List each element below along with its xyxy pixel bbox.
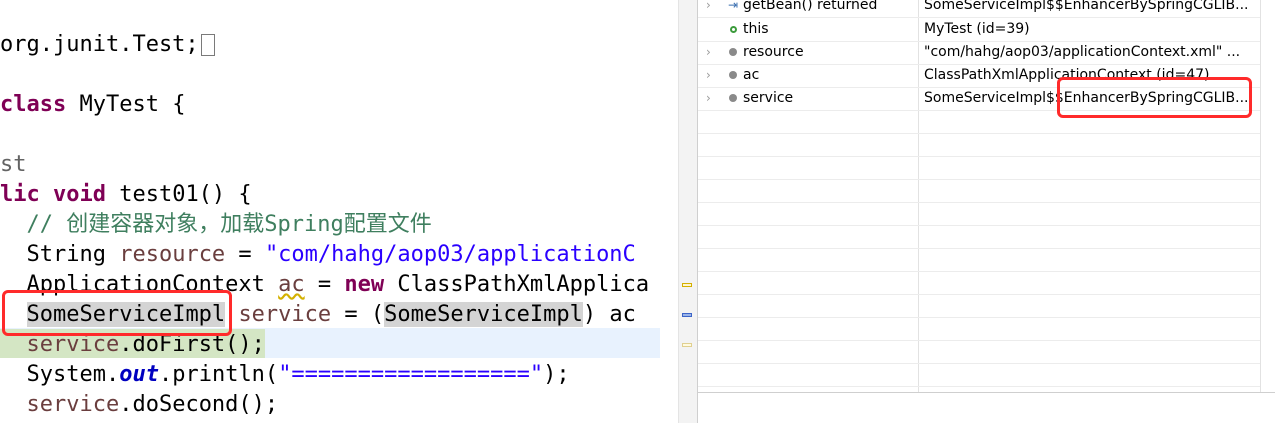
variable-row-empty [698,248,1260,272]
variable-row-empty [698,271,1260,295]
code-line-resource[interactable]: String resource = "com/hahg/aop03/applic… [0,240,636,270]
editor-gap [660,0,678,423]
expand-icon[interactable]: › [706,41,716,64]
keyword-class: class [0,92,67,117]
cast-open: = ( [331,302,385,327]
close-paren: ); [543,362,570,387]
occurrence-marker[interactable] [682,313,692,317]
folded-imports-marker[interactable] [200,34,215,56]
assign-op: = [304,272,345,297]
field-icon [726,64,740,87]
code-line-import[interactable]: org.junit.Test; [0,30,215,60]
variable-row-resource[interactable]: › resource "com/hahg/aop03/applicationCo… [698,41,1260,65]
variable-row-empty [698,225,1260,249]
assign-op: = [225,242,265,267]
constructor-call: ClassPathXmlApplica [384,272,650,297]
variables-view[interactable]: › ⇥ getBean() returned SomeServiceImpl$$… [697,0,1275,423]
code-line-comment[interactable]: // 创建容器对象，加载Spring配置文件 [0,210,432,240]
var-resource: resource [119,242,226,267]
field-icon [726,87,740,110]
string-literal-separator: "==================" [278,362,544,387]
import-text: org.junit.Test; [0,32,199,57]
variable-row-this[interactable]: this MyTest (id=39) [698,18,1260,42]
method-return-icon: ⇥ [727,0,739,12]
expand-icon[interactable]: › [706,64,716,87]
static-field-out: out [119,362,159,387]
detail-pane-separator[interactable] [698,392,1275,393]
code-line-annotation[interactable]: st [0,150,27,180]
var-service: service [238,302,332,327]
comment-text: // 创建容器对象，加载Spring配置文件 [0,212,432,237]
code-editor[interactable]: org.junit.Test; class MyTest { st lic vo… [0,0,660,423]
field-icon [726,41,740,64]
info-marker[interactable] [682,343,692,347]
variable-value: SomeServiceImpl$$EnhancerBySpringCGLIB..… [924,0,1249,13]
type-string: String [0,242,120,267]
variable-row-empty [698,363,1260,387]
local-variable-icon [726,18,740,41]
code-line-class-decl[interactable]: class MyTest { [0,90,185,120]
variable-value: "com/hahg/aop03/applicationContext.xml" … [924,44,1241,60]
keyword-new: new [344,272,385,297]
class-name: MyTest { [66,92,186,117]
var-service-ref: service [26,392,120,417]
println-call: .println( [158,362,279,387]
annotation-test: st [0,152,27,177]
variable-name: resource [743,44,804,60]
string-literal-resource: "com/hahg/aop03/applicationC [264,242,636,267]
variable-name: this [743,21,769,37]
keyword-void: void [52,182,106,207]
variable-row-empty [698,156,1260,180]
variable-row-getbean[interactable]: › ⇥ getBean() returned SomeServiceImpl$$… [698,0,1260,18]
variable-row-empty [698,133,1260,157]
column-divider-right[interactable] [1260,0,1261,392]
expand-icon[interactable]: › [706,0,716,17]
annotation-red-box-editor [2,290,232,336]
system-class: System. [0,362,120,387]
variable-name: ac [743,67,760,83]
cast-rest: ) ac [582,302,636,327]
var-ac: ac [278,272,305,297]
variable-name: getBean() returned [743,0,878,13]
variable-row-empty [698,179,1260,203]
annotation-red-box-variables [1057,77,1252,118]
method-signature: test01() { [105,182,252,207]
variable-name: service [743,90,794,106]
variable-value: MyTest (id=39) [924,21,1030,37]
overview-ruler[interactable] [678,0,697,423]
cast-type-some-service-impl: SomeServiceImpl [384,302,583,327]
keyword-public: lic [0,182,53,207]
expand-icon[interactable]: › [706,87,716,110]
variable-row-empty [698,317,1260,341]
variable-row-empty [698,340,1260,364]
code-line-do-second[interactable]: service.doSecond(); [0,390,279,420]
code-line-println[interactable]: System.out.println("==================")… [0,360,570,390]
warning-marker[interactable] [682,283,692,287]
variable-row-empty [698,294,1260,318]
code-line-method-decl[interactable]: lic void test01() { [0,180,252,210]
variable-row-empty [698,202,1260,226]
call-do-second: .doSecond(); [119,392,279,417]
